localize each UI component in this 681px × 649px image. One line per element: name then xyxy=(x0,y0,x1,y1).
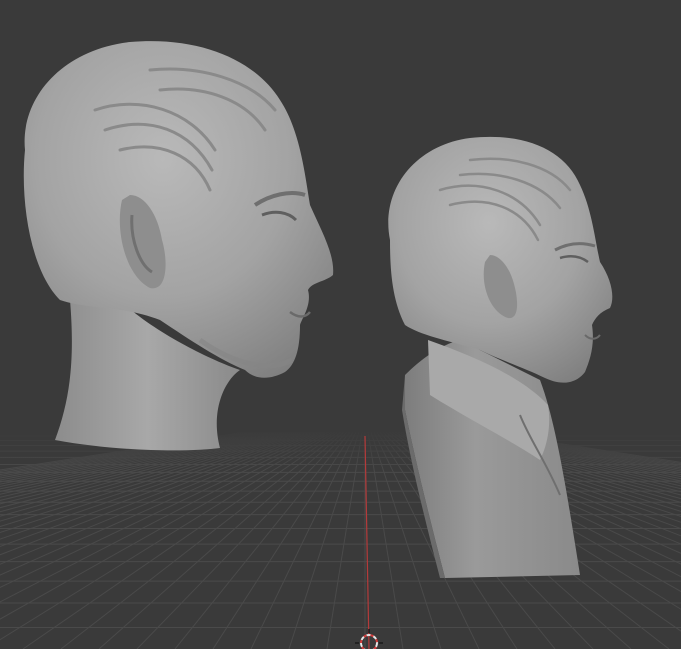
viewport-canvas[interactable] xyxy=(0,0,681,649)
bust-sculpt-right[interactable] xyxy=(388,136,613,578)
3d-viewport[interactable] xyxy=(0,0,681,649)
head-left-skull xyxy=(23,41,334,378)
head-sculpt-left[interactable] xyxy=(23,41,334,451)
